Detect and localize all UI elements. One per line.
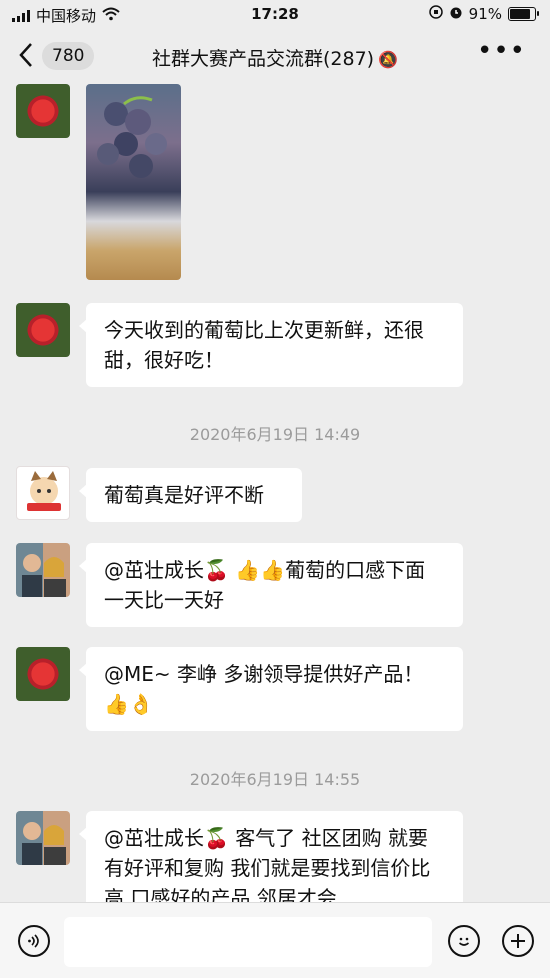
more-options-icon[interactable]: •••: [477, 36, 526, 66]
message-input[interactable]: [64, 917, 432, 967]
message-timestamp: 2020年6月19日 14:49: [189, 425, 361, 444]
battery-icon: [508, 7, 539, 21]
chat-title: 社群大赛产品交流群(287) 🔕: [0, 44, 550, 71]
input-bar: [0, 902, 550, 978]
message-timestamp: 2020年6月19日 14:55: [189, 770, 361, 789]
message-bubble[interactable]: 今天收到的葡萄比上次更新鲜，还很甜，很好吃！: [79, 303, 463, 387]
sender-avatar[interactable]: [16, 84, 70, 138]
rotation-lock-icon: [428, 5, 443, 23]
sender-avatar[interactable]: [16, 811, 70, 865]
mute-bell-icon: 🔕: [378, 50, 398, 69]
plus-icon[interactable]: [502, 925, 534, 957]
voice-icon[interactable]: [18, 925, 50, 957]
sender-avatar[interactable]: [16, 303, 70, 357]
alarm-icon: [449, 5, 463, 23]
battery-percent: 91%: [468, 5, 502, 23]
nav-bar: 780 社群大赛产品交流群(287) 🔕 •••: [0, 30, 550, 84]
message-bubble[interactable]: @ME~ 李峥 多谢领导提供好产品！👍👌: [79, 647, 463, 731]
message-bubble[interactable]: @茁壮成长🍒 👍👍葡萄的口感下面一天比一天好: [79, 543, 463, 627]
chat-messages: 今天收到的葡萄比上次更新鲜，还很甜，很好吃！ 2020年6月19日 14:49 …: [0, 84, 550, 902]
sender-avatar[interactable]: [16, 466, 70, 520]
chat-title-text: 社群大赛产品交流群(287): [151, 48, 375, 70]
message-bubble[interactable]: 葡萄真是好评不断: [79, 468, 302, 522]
sender-avatar[interactable]: [16, 543, 70, 597]
sender-avatar[interactable]: [16, 647, 70, 701]
message-bubble[interactable]: @茁壮成长🍒 客气了 社区团购 就要有好评和复购 我们就是要找到信价比高 口感好…: [79, 811, 463, 902]
message-image[interactable]: [86, 84, 181, 280]
status-bar: 中国移动 17:28 91%: [0, 0, 550, 30]
emoji-icon[interactable]: [448, 925, 480, 957]
status-right: 91%: [428, 5, 539, 23]
